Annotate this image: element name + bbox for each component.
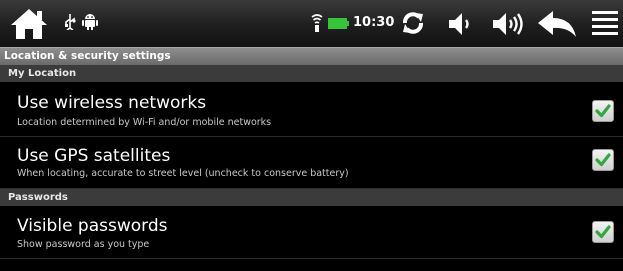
wifi-icon bbox=[311, 14, 323, 32]
wireless-networks-checkbox[interactable] bbox=[592, 100, 614, 122]
checkmark-icon bbox=[595, 104, 611, 118]
status-bar: 10:30 bbox=[0, 0, 623, 47]
status-time: 10:30 bbox=[353, 15, 395, 30]
android-debug-icon bbox=[82, 14, 98, 30]
checkmark-icon bbox=[595, 153, 611, 167]
usb-icon bbox=[65, 14, 76, 30]
checkmark-icon bbox=[595, 225, 611, 239]
page-title: Location & security settings bbox=[0, 47, 623, 65]
pref-title: Use wireless networks bbox=[17, 93, 207, 113]
pref-title: Visible passwords bbox=[17, 216, 168, 236]
home-icon[interactable] bbox=[9, 7, 49, 41]
refresh-icon[interactable] bbox=[400, 10, 426, 36]
volume-up-icon[interactable] bbox=[491, 12, 525, 36]
pref-row-gps-satellites[interactable]: Use GPS satellites When locating, accura… bbox=[0, 137, 623, 189]
visible-passwords-checkbox[interactable] bbox=[592, 221, 614, 243]
pref-summary: Show password as you type bbox=[17, 239, 150, 250]
section-header-my-location: My Location bbox=[0, 65, 623, 82]
pref-summary: Location determined by Wi-Fi and/or mobi… bbox=[17, 117, 272, 128]
back-icon[interactable] bbox=[536, 10, 578, 38]
pref-row-wireless-networks[interactable]: Use wireless networks Location determine… bbox=[0, 82, 623, 137]
pref-summary: When locating, accurate to street level … bbox=[17, 168, 349, 179]
list-remainder bbox=[0, 259, 623, 271]
gps-satellites-checkbox[interactable] bbox=[592, 149, 614, 171]
section-header-passwords: Passwords bbox=[0, 189, 623, 206]
volume-down-icon[interactable] bbox=[447, 12, 475, 36]
pref-title: Use GPS satellites bbox=[17, 146, 171, 166]
menu-icon[interactable] bbox=[592, 11, 618, 35]
pref-row-visible-passwords[interactable]: Visible passwords Show password as you t… bbox=[0, 206, 623, 259]
battery-icon bbox=[328, 18, 349, 29]
